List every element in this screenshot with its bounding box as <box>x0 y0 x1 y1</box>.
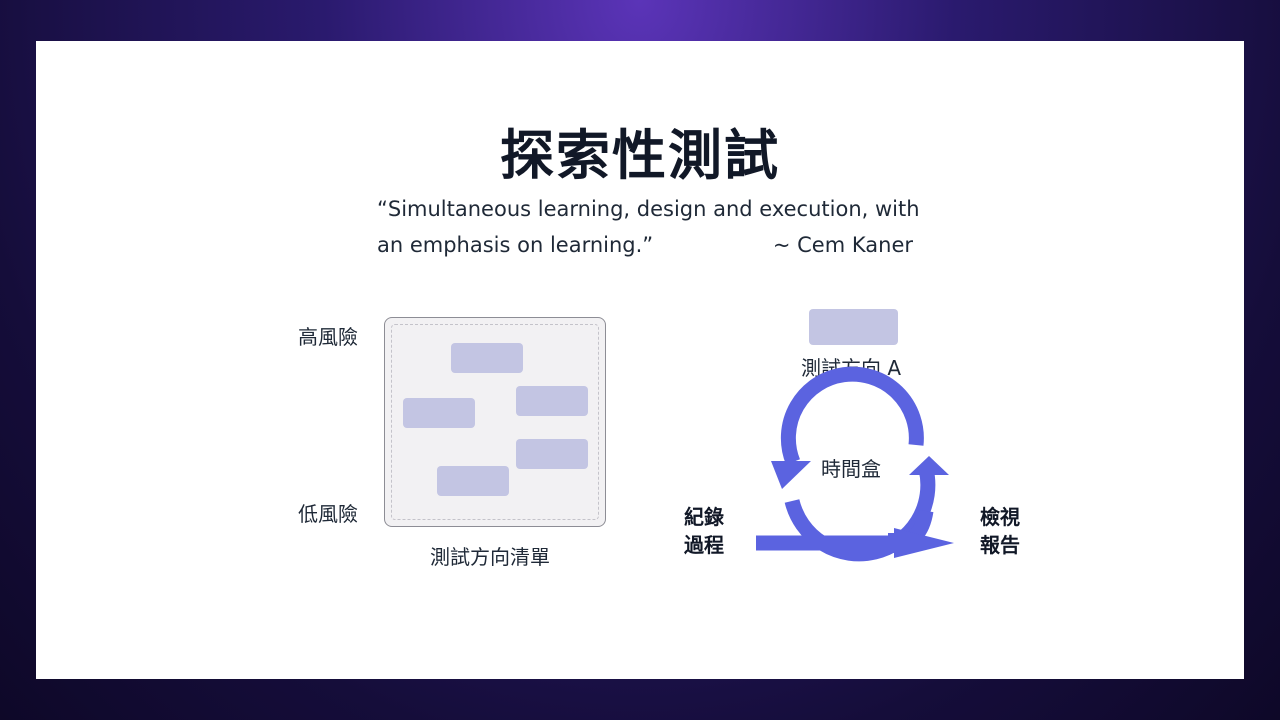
review-report-label: 檢視 報告 <box>978 503 1022 559</box>
cycle-arc-top <box>780 366 924 465</box>
record-label-line-1: 紀錄 <box>684 505 724 529</box>
arrow-shaft-join <box>888 533 900 553</box>
record-label-line-2: 過程 <box>684 533 724 557</box>
record-process-label: 紀錄 過程 <box>682 503 726 559</box>
report-label-line-1: 檢視 <box>980 505 1020 529</box>
slide: 探索性測試 “Simultaneous learning, design and… <box>36 41 1244 679</box>
timebox-label: 時間盒 <box>821 457 881 481</box>
arrowhead-down-icon <box>771 461 811 489</box>
arrowhead-up-icon <box>909 456 949 475</box>
timebox-cycle-diagram <box>756 366 954 562</box>
report-label-line-2: 報告 <box>980 533 1020 557</box>
